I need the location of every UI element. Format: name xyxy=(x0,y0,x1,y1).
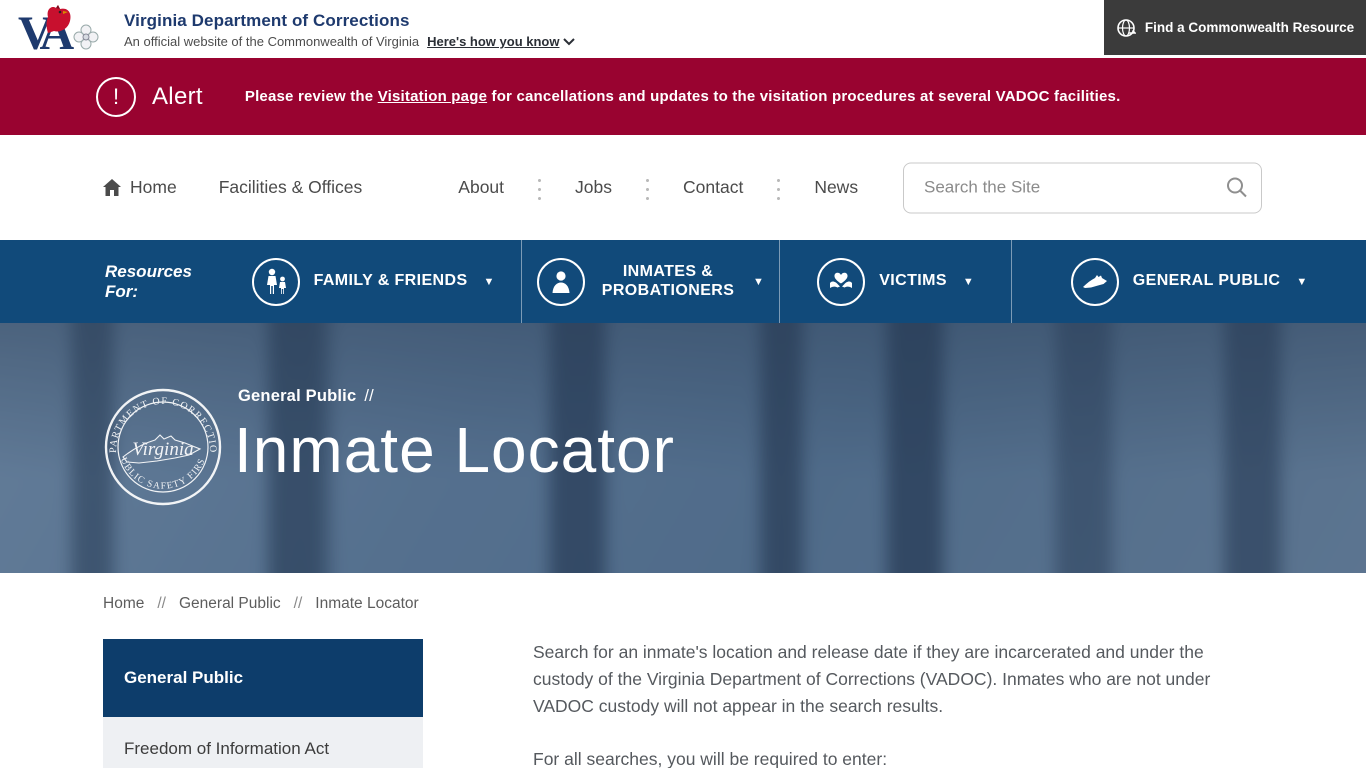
site-search xyxy=(903,162,1262,213)
search-requirements-intro: For all searches, you will be required t… xyxy=(533,746,1265,768)
intro-paragraph: Search for an inmate's location and rele… xyxy=(533,639,1265,720)
find-commonwealth-resource-button[interactable]: Find a Commonwealth Resource xyxy=(1104,0,1366,55)
resources-item-family-friends[interactable]: FAMILY & FRIENDS ▼ xyxy=(225,240,521,323)
alert-banner: ! Alert Please review the Visitation pag… xyxy=(0,58,1366,135)
globe-icon xyxy=(1116,18,1136,38)
nav-item-contact[interactable]: Contact xyxy=(683,177,743,198)
person-icon xyxy=(537,258,585,306)
home-icon xyxy=(103,179,121,196)
nav-divider xyxy=(538,176,541,200)
page-title: Inmate Locator xyxy=(234,413,675,487)
vadoc-seal: DEPARTMENT OF CORRECTIONS PUBLIC SAFETY … xyxy=(103,387,223,507)
svg-text:Virginia: Virginia xyxy=(132,439,193,460)
breadcrumb-home[interactable]: Home xyxy=(103,595,144,613)
resources-item-general-public[interactable]: GENERAL PUBLIC ▼ xyxy=(1011,240,1366,323)
resources-item-victims[interactable]: VICTIMS ▼ xyxy=(779,240,1011,323)
search-input[interactable] xyxy=(904,178,1213,198)
sidebar-item-foia[interactable]: Freedom of Information Act xyxy=(124,739,402,759)
resources-item-inmates-probationers[interactable]: INMATES & PROBATIONERS ▼ xyxy=(521,240,779,323)
search-icon xyxy=(1225,176,1249,200)
sidebar-body: Freedom of Information Act xyxy=(103,717,423,768)
site-header: VA Virginia Department of Corrections xyxy=(0,0,1366,58)
resources-for-label: Resources For: xyxy=(105,240,225,323)
page: VA Virginia Department of Corrections xyxy=(0,0,1366,768)
official-website-text: An official website of the Commonwealth … xyxy=(124,34,419,49)
resources-item-label: FAMILY & FRIENDS xyxy=(314,272,468,290)
virginia-state-icon xyxy=(1071,258,1119,306)
breadcrumb: Home // General Public // Inmate Locator xyxy=(103,595,1366,613)
nav-divider xyxy=(777,176,780,200)
nav-divider xyxy=(646,176,649,200)
nav-item-facilities-offices[interactable]: Facilities & Offices xyxy=(219,177,363,198)
resources-item-label: GENERAL PUBLIC xyxy=(1133,272,1281,290)
resources-for-bar: Resources For: FAMILY & FRIENDS ▼ I xyxy=(0,240,1366,323)
site-title: Virginia Department of Corrections xyxy=(124,11,575,31)
va-cardinal-logo-icon: VA xyxy=(18,3,110,55)
dropdown-caret-icon: ▼ xyxy=(753,276,764,288)
nav-item-news[interactable]: News xyxy=(814,177,858,198)
visitation-page-link[interactable]: Visitation page xyxy=(378,88,487,105)
nav-item-about[interactable]: About xyxy=(458,177,504,198)
main-content: Search for an inmate's location and rele… xyxy=(533,639,1265,768)
sidebar-header-general-public[interactable]: General Public xyxy=(103,639,423,717)
breadcrumb-general-public[interactable]: General Public xyxy=(179,595,281,613)
dropdown-caret-icon: ▼ xyxy=(963,276,974,288)
family-icon xyxy=(252,258,300,306)
chevron-down-icon xyxy=(563,38,575,46)
alert-message: Please review the Visitation page for ca… xyxy=(245,88,1121,105)
sidebar-nav: General Public Freedom of Information Ac… xyxy=(103,639,423,768)
heres-how-you-know-link[interactable]: Here's how you know xyxy=(427,34,575,49)
nav-item-jobs[interactable]: Jobs xyxy=(575,177,612,198)
hands-heart-icon xyxy=(817,258,865,306)
alert-label: Alert xyxy=(152,83,203,111)
hero-banner: DEPARTMENT OF CORRECTIONS PUBLIC SAFETY … xyxy=(0,323,1366,573)
nav-item-home[interactable]: Home xyxy=(103,177,177,198)
resource-button-label: Find a Commonwealth Resource xyxy=(1145,20,1354,35)
breadcrumb-current: Inmate Locator xyxy=(315,595,418,613)
search-button[interactable] xyxy=(1213,176,1261,200)
main-navigation: Home Facilities & Offices About Jobs Con… xyxy=(0,135,1366,240)
resources-item-label: INMATES & PROBATIONERS xyxy=(599,263,737,300)
hero-eyebrow[interactable]: General Public// xyxy=(238,387,374,406)
resources-item-label: VICTIMS xyxy=(879,272,947,290)
alert-exclamation-icon: ! xyxy=(96,77,136,117)
vadoc-logo[interactable]: VA xyxy=(18,3,110,55)
dropdown-caret-icon: ▼ xyxy=(1296,276,1307,288)
dropdown-caret-icon: ▼ xyxy=(484,276,495,288)
site-identity: Virginia Department of Corrections An of… xyxy=(124,9,575,49)
